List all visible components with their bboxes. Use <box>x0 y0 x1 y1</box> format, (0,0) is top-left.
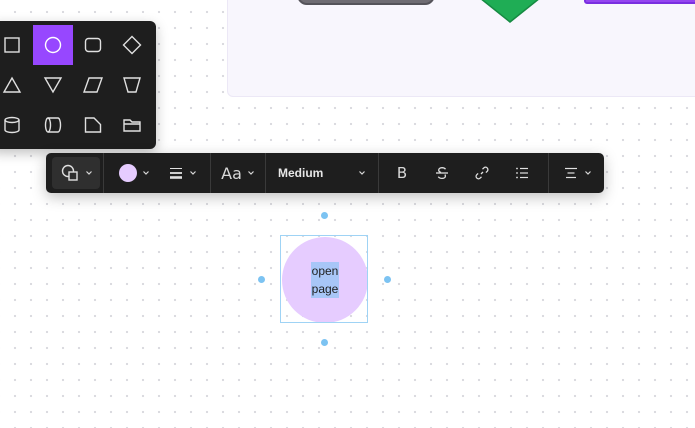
chevron-down-icon <box>142 171 149 175</box>
folder-icon <box>123 119 141 132</box>
font-weight-dropdown[interactable]: Medium <box>268 157 374 189</box>
toolbar-divider <box>548 153 549 193</box>
triangle-down-icon <box>43 77 63 94</box>
shape-folder-option[interactable] <box>112 105 152 145</box>
toolbar-divider <box>378 153 379 193</box>
rounded-rectangle-icon <box>84 37 102 53</box>
chevron-down-icon <box>189 171 196 175</box>
shape-ellipse-option[interactable] <box>33 25 73 65</box>
connector-handle-left[interactable] <box>258 276 265 283</box>
shape-rounded-rectangle-option[interactable] <box>73 25 113 65</box>
shape-picker-panel <box>0 21 156 149</box>
gray-rounded-node[interactable] <box>297 0 435 5</box>
shape-parallelogram-option[interactable] <box>73 65 113 105</box>
shape-type-button[interactable] <box>52 157 100 189</box>
connector-handle-bottom[interactable] <box>321 339 328 346</box>
diamond-icon <box>122 35 142 55</box>
trapezoid-icon <box>123 77 141 93</box>
connector-handle-top[interactable] <box>321 212 328 219</box>
floating-toolbar: Aa Medium B <box>46 153 604 193</box>
triangle-icon <box>2 76 22 93</box>
shape-document-option[interactable] <box>73 105 113 145</box>
bold-button[interactable]: B <box>387 157 417 189</box>
link-button[interactable] <box>467 157 497 189</box>
link-icon <box>475 166 489 180</box>
strikethrough-button[interactable] <box>427 157 457 189</box>
font-family-label: Aa <box>221 163 242 183</box>
document-icon <box>84 117 102 133</box>
shape-triangle-down-option[interactable] <box>33 65 73 105</box>
chevron-down-icon <box>85 171 92 175</box>
cylinder-icon <box>4 116 20 134</box>
font-family-button[interactable]: Aa <box>216 157 260 189</box>
stroke-weight-icon <box>169 168 182 179</box>
shape-trapezoid-option[interactable] <box>112 65 152 105</box>
fill-color-button[interactable] <box>112 157 156 189</box>
chevron-down-icon <box>247 171 254 175</box>
shape-cylinder-option[interactable] <box>0 105 32 145</box>
canvas-frame[interactable] <box>227 0 695 97</box>
square-icon <box>4 37 20 53</box>
shape-horizontal-cylinder-option[interactable] <box>33 105 73 145</box>
list-button[interactable] <box>507 157 537 189</box>
connector-handle-right[interactable] <box>384 276 391 283</box>
purple-rect-node[interactable] <box>584 0 695 4</box>
chevron-down-icon <box>359 171 365 175</box>
shape-square-option[interactable] <box>0 25 32 65</box>
toolbar-divider <box>210 153 211 193</box>
horizontal-cylinder-icon <box>44 117 62 133</box>
list-icon <box>516 167 528 179</box>
shape-diamond-option[interactable] <box>112 25 152 65</box>
strikethrough-icon <box>436 167 448 180</box>
toolbar-divider <box>265 153 266 193</box>
font-weight-label: Medium <box>278 166 324 180</box>
stroke-weight-button[interactable] <box>160 157 204 189</box>
shapes-icon <box>61 164 78 181</box>
shape-triangle-option[interactable] <box>0 65 32 105</box>
fill-color-swatch <box>118 164 137 182</box>
green-diamond-node[interactable] <box>470 0 550 24</box>
text-align-button[interactable] <box>556 157 598 189</box>
align-center-icon <box>564 167 577 179</box>
selection-box <box>280 235 368 323</box>
bold-label: B <box>396 164 408 182</box>
ellipse-icon <box>44 36 62 54</box>
chevron-down-icon <box>584 171 591 175</box>
toolbar-divider <box>103 153 104 193</box>
parallelogram-icon <box>83 77 103 93</box>
